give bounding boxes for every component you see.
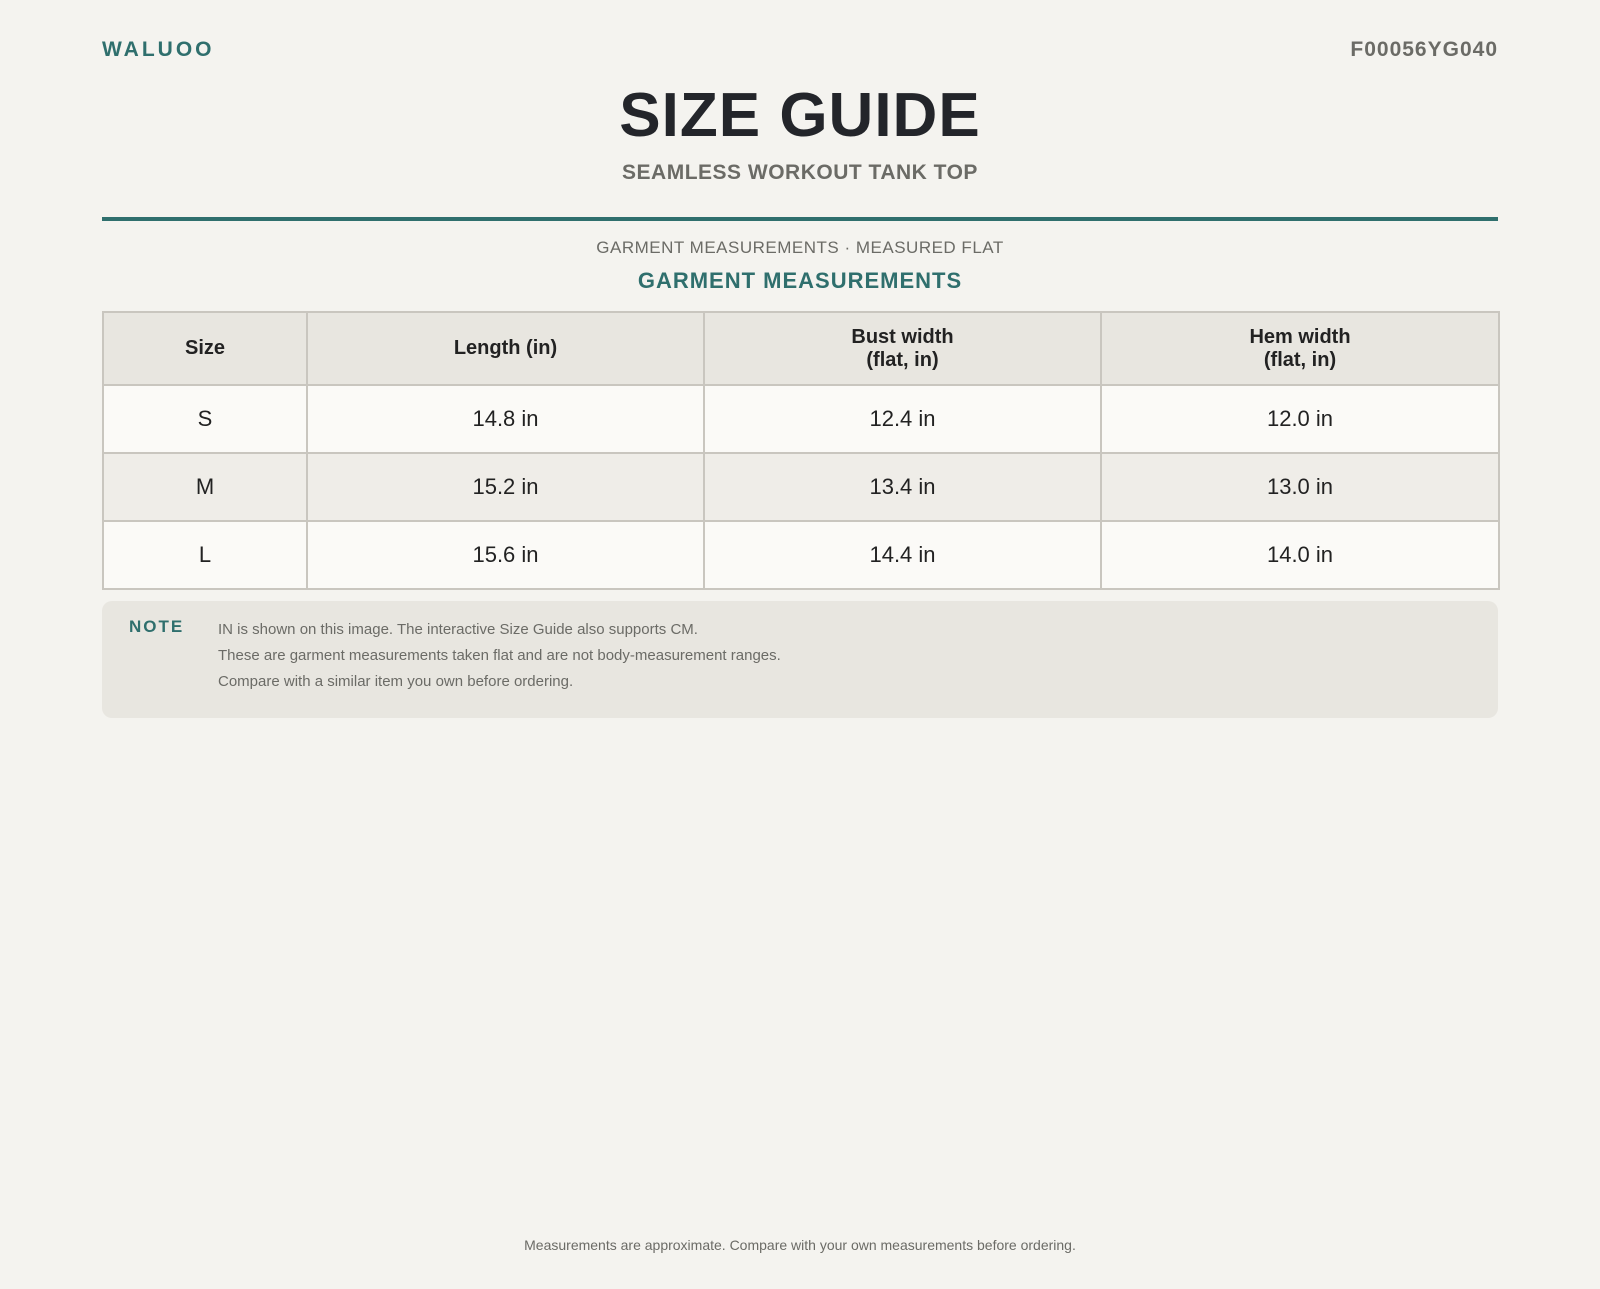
cell-bust-width: 12.4 in	[703, 384, 1102, 454]
note-line: IN is shown on this image. The interacti…	[218, 621, 698, 638]
footer-disclaimer: Measurements are approximate. Compare wi…	[524, 1237, 1076, 1253]
top-bar: WALUOO F00056YG040	[102, 38, 1498, 66]
cell-bust-width: 14.4 in	[703, 520, 1102, 590]
cell-size: S	[102, 384, 308, 454]
note-box: NOTE IN is shown on this image. The inte…	[102, 601, 1498, 718]
header-size: Size	[102, 311, 308, 386]
header-hem-width: Hem width (flat, in)	[1100, 311, 1500, 386]
cell-hem-width: 13.0 in	[1100, 452, 1500, 522]
note-lines: IN is shown on this image. The interacti…	[218, 617, 781, 695]
product-name: SEAMLESS WORKOUT TANK TOP	[622, 161, 978, 184]
cell-length: 14.8 in	[306, 384, 705, 454]
note-line: These are garment measurements taken fla…	[218, 647, 781, 664]
cell-length: 15.2 in	[306, 452, 705, 522]
header-bust-width: Bust width (flat, in)	[703, 311, 1102, 386]
table-header-row: Size Length (in) Bust width (flat, in) H…	[102, 311, 1500, 386]
cell-hem-width: 12.0 in	[1100, 384, 1500, 454]
section-kicker: GARMENT MEASUREMENTS · MEASURED FLAT	[596, 238, 1004, 257]
table-row: L 15.6 in 14.4 in 14.0 in	[102, 520, 1500, 590]
cell-bust-width: 13.4 in	[703, 452, 1102, 522]
cell-hem-width: 14.0 in	[1100, 520, 1500, 590]
table-row: M 15.2 in 13.4 in 13.0 in	[102, 452, 1500, 522]
header-length: Length (in)	[306, 311, 705, 386]
cell-size: M	[102, 452, 308, 522]
size-guide-page: WALUOO F00056YG040 SIZE GUIDE SEAMLESS W…	[0, 0, 1600, 1289]
cell-length: 15.6 in	[306, 520, 705, 590]
size-table: Size Length (in) Bust width (flat, in) H…	[102, 311, 1500, 590]
title-divider	[102, 217, 1498, 221]
brand-logo: WALUOO	[102, 38, 215, 61]
note-label: NOTE	[129, 617, 185, 636]
note-line: Compare with a similar item you own befo…	[218, 673, 574, 690]
section-title: GARMENT MEASUREMENTS	[637, 268, 963, 293]
cell-size: L	[102, 520, 308, 590]
product-code: F00056YG040	[1350, 38, 1498, 61]
table-row: S 14.8 in 12.4 in 12.0 in	[102, 384, 1500, 454]
page-title: SIZE GUIDE	[619, 81, 981, 150]
